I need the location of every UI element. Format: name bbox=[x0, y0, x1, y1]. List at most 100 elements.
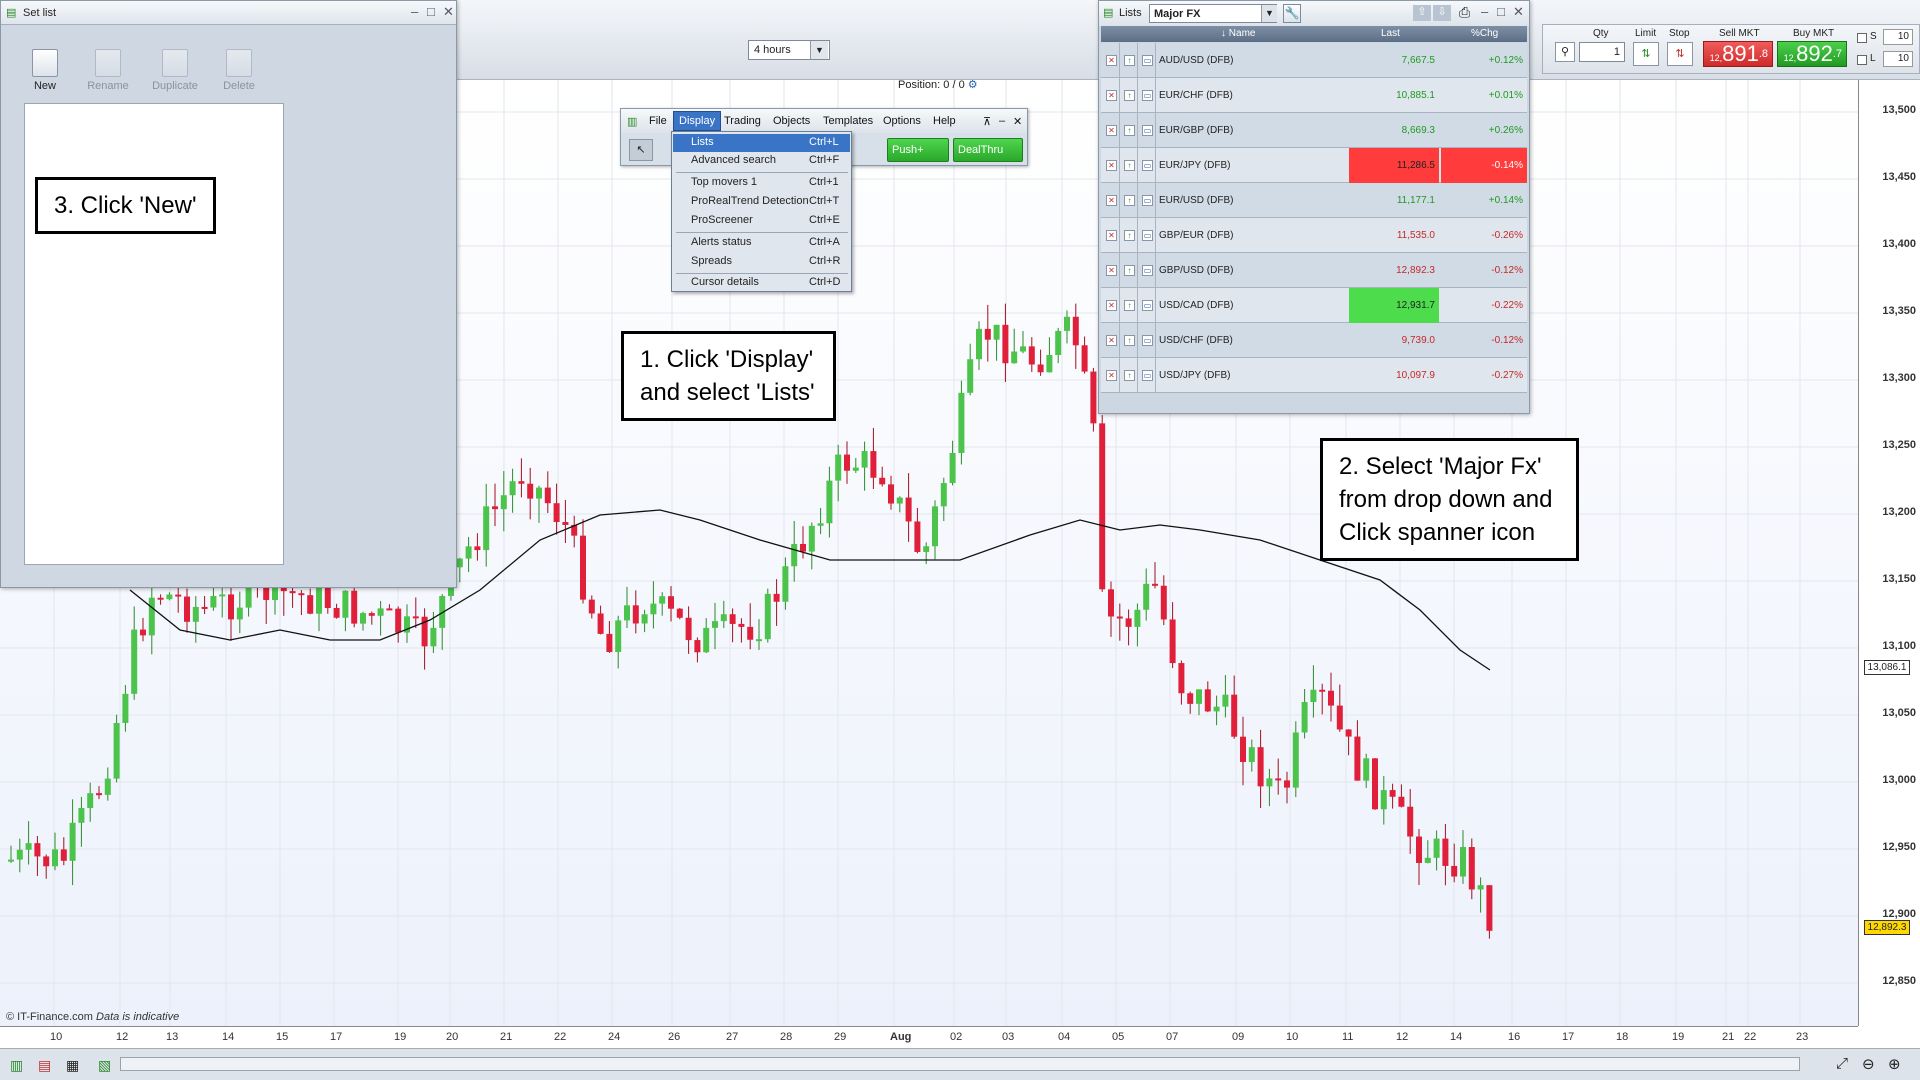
list-select[interactable]: Major FX bbox=[1149, 4, 1277, 23]
cursor-icon[interactable]: ↖ bbox=[629, 139, 653, 161]
maximize-icon[interactable]: □ bbox=[427, 4, 435, 19]
chart-icon[interactable]: ↑ bbox=[1124, 300, 1135, 311]
chart-icon[interactable]: ↑ bbox=[1124, 370, 1135, 381]
chart-icon[interactable]: ↑ bbox=[1124, 125, 1135, 136]
qty-input[interactable]: 1 bbox=[1579, 42, 1625, 62]
menu-templates[interactable]: Templates bbox=[823, 115, 873, 127]
table-row[interactable]: ✕ ↑ ▭ USD/CAD (DFB) 12,931.7 -0.22% bbox=[1101, 288, 1527, 323]
duplicate-button[interactable]: Duplicate bbox=[145, 49, 205, 92]
header-last[interactable]: Last bbox=[1381, 28, 1400, 39]
layout-icon[interactable]: ▧ bbox=[98, 1057, 111, 1074]
minimize-icon[interactable]: – bbox=[411, 4, 418, 19]
print-icon[interactable]: ⎙ bbox=[1459, 4, 1470, 21]
menu-item-cursor-details[interactable]: Cursor details Ctrl+D bbox=[673, 274, 850, 292]
menu-help[interactable]: Help bbox=[933, 115, 956, 127]
menu-item-spreads[interactable]: Spreads Ctrl+R bbox=[673, 253, 850, 271]
chart-icon[interactable]: ↑ bbox=[1124, 55, 1135, 66]
chart-icon[interactable]: ↑ bbox=[1124, 160, 1135, 171]
remove-icon[interactable]: ✕ bbox=[1106, 90, 1117, 101]
ticket-icon[interactable]: ▭ bbox=[1142, 265, 1153, 276]
zoom-out-icon[interactable]: ⊖ bbox=[1862, 1055, 1875, 1073]
chart-icon[interactable]: ↑ bbox=[1124, 230, 1135, 241]
table-row[interactable]: ✕ ↑ ▭ USD/CHF (DFB) 9,739.0 -0.12% bbox=[1101, 323, 1527, 358]
down-arrow-icon[interactable]: ⇩ bbox=[1433, 5, 1451, 21]
ticket-icon[interactable]: ▭ bbox=[1142, 125, 1153, 136]
table-row[interactable]: ✕ ↑ ▭ USD/JPY (DFB) 10,097.9 -0.27% bbox=[1101, 358, 1527, 393]
limit-icon[interactable]: ⇅ bbox=[1633, 42, 1659, 66]
pin-icon[interactable]: ⊼ bbox=[983, 115, 991, 128]
ticket-icon[interactable]: ▭ bbox=[1142, 230, 1153, 241]
chevron-down-icon[interactable]: ▼ bbox=[810, 41, 828, 59]
horizontal-scrollbar[interactable] bbox=[120, 1057, 1800, 1071]
dealthru-button[interactable]: DealThru bbox=[953, 138, 1023, 162]
menu-display[interactable]: Display bbox=[673, 111, 722, 131]
menu-item-lists[interactable]: Lists Ctrl+L bbox=[673, 134, 850, 152]
chart-icon[interactable]: ↑ bbox=[1124, 195, 1135, 206]
stop-icon[interactable]: ⇅ bbox=[1667, 42, 1693, 66]
header-name[interactable]: ↓ Name bbox=[1221, 28, 1255, 39]
header-chg[interactable]: %Chg bbox=[1471, 28, 1498, 39]
maximize-icon[interactable]: □ bbox=[1497, 4, 1505, 19]
table-row[interactable]: ✕ ↑ ▭ EUR/GBP (DFB) 8,669.3 +0.26% bbox=[1101, 113, 1527, 148]
stop-checkbox[interactable] bbox=[1857, 33, 1867, 43]
ticket-icon[interactable]: ▭ bbox=[1142, 370, 1153, 381]
ticket-icon[interactable]: ▭ bbox=[1142, 55, 1153, 66]
remove-icon[interactable]: ✕ bbox=[1106, 55, 1117, 66]
ticket-icon[interactable]: ▭ bbox=[1142, 195, 1153, 206]
table-row[interactable]: ✕ ↑ ▭ GBP/USD (DFB) 12,892.3 -0.12% bbox=[1101, 253, 1527, 288]
sell-market-button[interactable]: 12,891.8 bbox=[1703, 41, 1773, 67]
remove-icon[interactable]: ✕ bbox=[1106, 300, 1117, 311]
zoom-in-icon[interactable]: ⊕ bbox=[1888, 1055, 1901, 1073]
menu-item-proscreener[interactable]: ProScreener Ctrl+E bbox=[673, 212, 850, 230]
table-row[interactable]: ✕ ↑ ▭ GBP/EUR (DFB) 11,535.0 -0.26% bbox=[1101, 218, 1527, 253]
menu-item-alerts-status[interactable]: Alerts status Ctrl+A bbox=[673, 234, 850, 252]
menu-options[interactable]: Options bbox=[883, 115, 921, 127]
set-list-titlebar[interactable]: ▤ Set list – □ ✕ bbox=[1, 1, 456, 25]
table-row[interactable]: ✕ ↑ ▭ EUR/JPY (DFB) 11,286.5 -0.14% bbox=[1101, 148, 1527, 183]
close-icon[interactable]: ✕ bbox=[443, 4, 454, 20]
menu-item-top-movers[interactable]: Top movers 1 Ctrl+1 bbox=[673, 174, 850, 192]
remove-icon[interactable]: ✕ bbox=[1106, 370, 1117, 381]
set-list-panel[interactable] bbox=[24, 103, 284, 565]
remove-icon[interactable]: ✕ bbox=[1106, 265, 1117, 276]
chart-icon[interactable]: ↑ bbox=[1124, 335, 1135, 346]
buy-market-button[interactable]: 12,892.7 bbox=[1777, 41, 1847, 67]
menu-item-advanced-search[interactable]: Advanced search Ctrl+F bbox=[673, 152, 850, 170]
link-icon[interactable]: ⚙ bbox=[968, 79, 978, 91]
s-value-input[interactable]: 10 bbox=[1883, 29, 1913, 45]
close-icon[interactable]: ✕ bbox=[1013, 115, 1022, 128]
remove-icon[interactable]: ✕ bbox=[1106, 335, 1117, 346]
menu-file[interactable]: File bbox=[649, 115, 667, 127]
indicator-icon[interactable]: ▤ bbox=[38, 1057, 51, 1074]
wrench-icon[interactable]: ⚲ bbox=[1555, 42, 1575, 62]
l-value-input[interactable]: 10 bbox=[1883, 51, 1913, 67]
chart-tools-icon[interactable]: ▥ bbox=[10, 1057, 23, 1074]
close-icon[interactable]: ✕ bbox=[1513, 4, 1524, 20]
ticket-icon[interactable]: ▭ bbox=[1142, 335, 1153, 346]
remove-icon[interactable]: ✕ bbox=[1106, 125, 1117, 136]
display-dropdown-menu[interactable]: Lists Ctrl+L Advanced search Ctrl+F Top mo… bbox=[671, 131, 852, 292]
push-button[interactable]: Push+ bbox=[887, 138, 949, 162]
ticket-icon[interactable]: ▭ bbox=[1142, 90, 1153, 101]
remove-icon[interactable]: ✕ bbox=[1106, 230, 1117, 241]
table-row[interactable]: ✕ ↑ ▭ AUD/USD (DFB) 7,667.5 +0.12% bbox=[1101, 43, 1527, 78]
lists-window[interactable]: ▤ Lists ⇧ ⇩ ⎙ – □ ✕ Major FX ▼ 🔧 ↓ Name … bbox=[1098, 0, 1530, 414]
calc-icon[interactable]: ▦ bbox=[66, 1057, 79, 1074]
chart-icon[interactable]: ↑ bbox=[1124, 90, 1135, 101]
up-arrow-icon[interactable]: ⇧ bbox=[1413, 5, 1431, 21]
new-button[interactable]: New bbox=[15, 49, 75, 92]
ticket-icon[interactable]: ▭ bbox=[1142, 300, 1153, 311]
minimize-icon[interactable]: – bbox=[999, 115, 1005, 127]
chevron-down-icon[interactable]: ▼ bbox=[1261, 5, 1277, 22]
rename-button[interactable]: Rename bbox=[78, 49, 138, 92]
limit-checkbox[interactable] bbox=[1857, 55, 1867, 65]
remove-icon[interactable]: ✕ bbox=[1106, 195, 1117, 206]
ticket-icon[interactable]: ▭ bbox=[1142, 160, 1153, 171]
minimize-icon[interactable]: – bbox=[1481, 4, 1488, 19]
table-row[interactable]: ✕ ↑ ▭ EUR/CHF (DFB) 10,885.1 +0.01% bbox=[1101, 78, 1527, 113]
chart-icon[interactable]: ↑ bbox=[1124, 265, 1135, 276]
remove-icon[interactable]: ✕ bbox=[1106, 160, 1117, 171]
table-row[interactable]: ✕ ↑ ▭ EUR/USD (DFB) 11,177.1 +0.14% bbox=[1101, 183, 1527, 218]
menu-item-prorealtrend[interactable]: ProRealTrend Detection Ctrl+T bbox=[673, 193, 850, 211]
menu-objects[interactable]: Objects bbox=[773, 115, 810, 127]
